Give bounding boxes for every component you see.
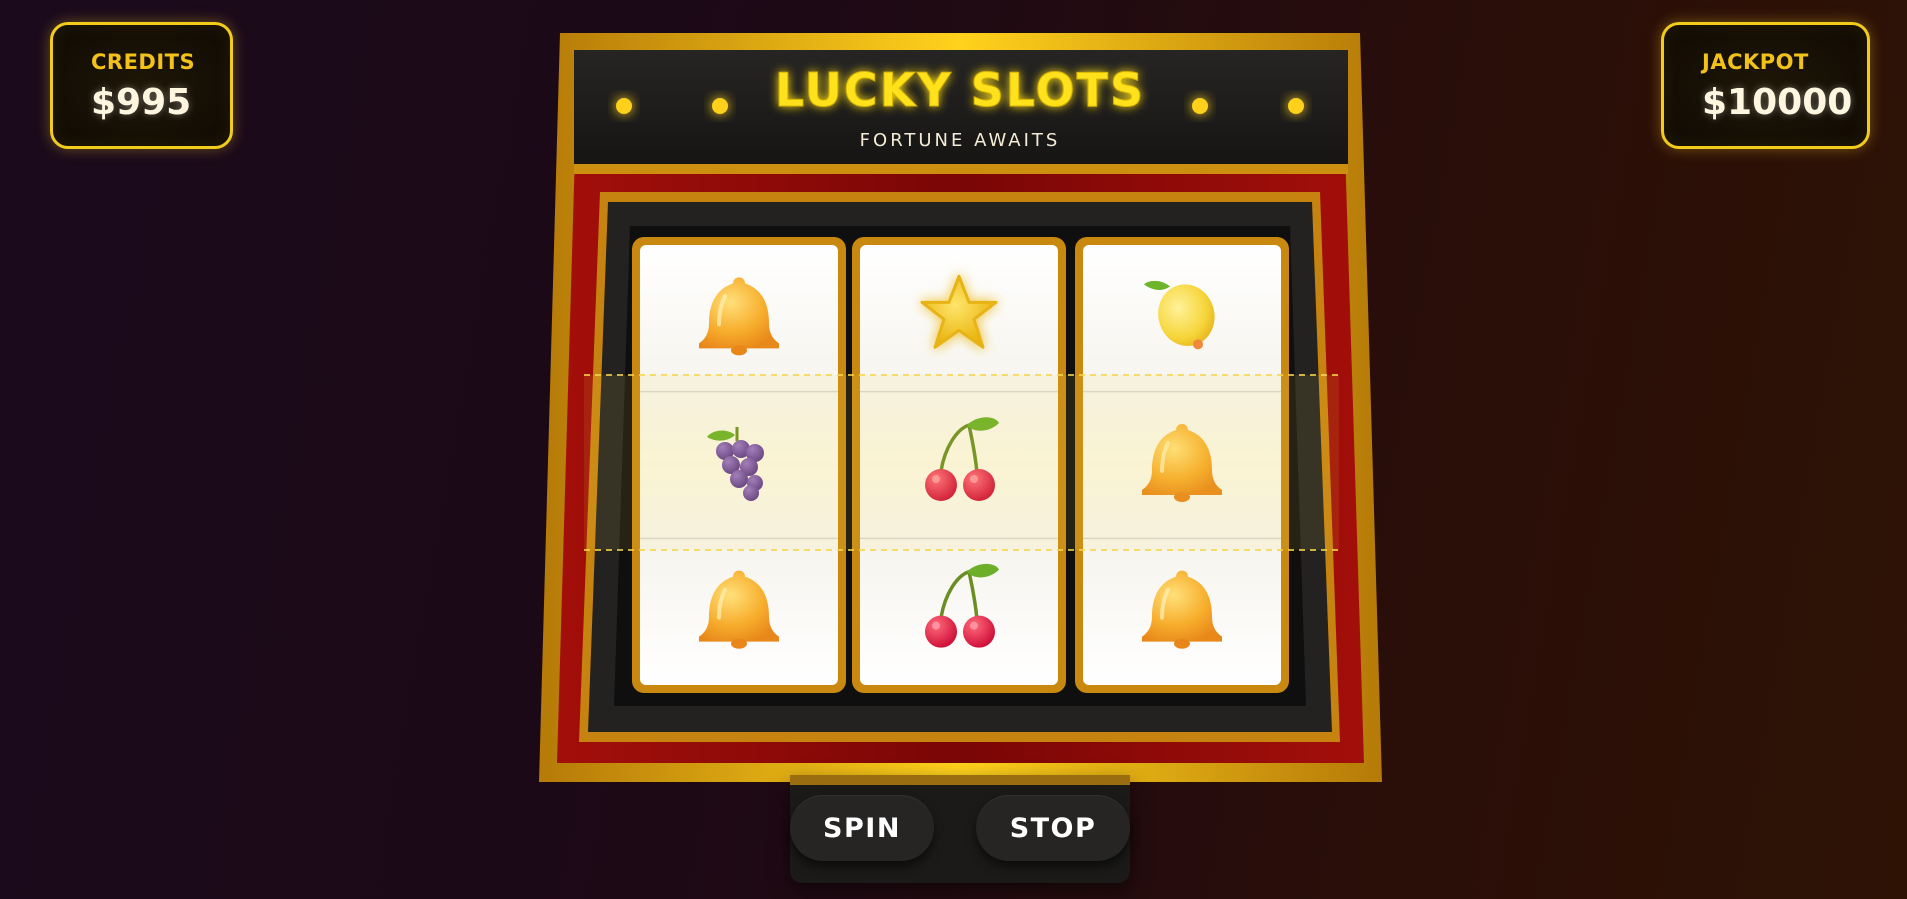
payline [584,374,1339,551]
game-title: LUCKY SLOTS [775,63,1145,117]
slot-machine: LUCKY SLOTS FORTUNE AWAITS [539,33,1382,782]
spin-button[interactable]: SPIN [790,795,934,861]
game-subtitle: FORTUNE AWAITS [860,130,1061,151]
header-divider [574,164,1348,174]
stop-button[interactable]: STOP [976,795,1130,861]
control-panel: SPIN STOP [790,775,1130,883]
